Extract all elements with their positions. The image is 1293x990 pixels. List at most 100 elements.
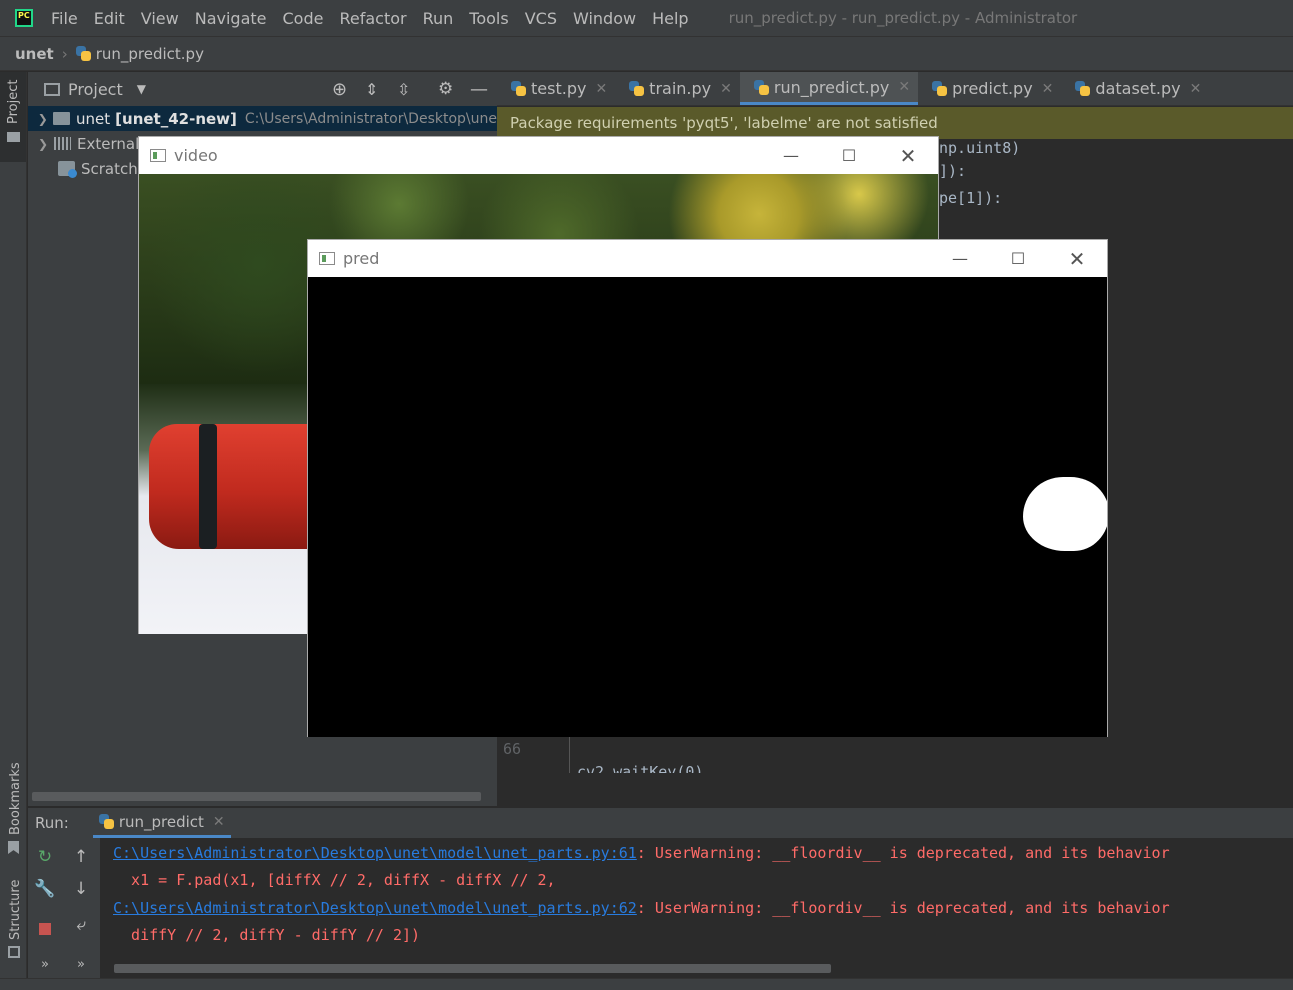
close-icon[interactable]: ✕ [1190, 81, 1202, 97]
menu-edit[interactable]: Edit [94, 9, 125, 28]
breadcrumb-root[interactable]: unet [15, 45, 54, 63]
menu-tools[interactable]: Tools [469, 9, 508, 28]
tab-label: dataset.py [1095, 79, 1181, 98]
expand-all-icon[interactable]: ⇕ [365, 80, 378, 99]
close-icon[interactable]: ✕ [213, 814, 225, 830]
code-fragment: np.uint8) [939, 139, 1021, 157]
down-arrow-icon[interactable]: ↓ [70, 878, 92, 900]
maximize-icon[interactable]: ☐ [820, 137, 878, 174]
editor-bottom [497, 773, 1293, 799]
close-icon[interactable]: ✕ [898, 79, 910, 95]
expand-arrow-icon[interactable]: ❯ [32, 137, 54, 151]
code-fragment: ]): [939, 162, 967, 180]
hide-icon[interactable]: — [470, 79, 488, 100]
package-requirements-banner[interactable]: Package requirements 'pyqt5', 'labelme' … [497, 107, 1293, 139]
python-file-icon [753, 79, 769, 95]
menu-help[interactable]: Help [652, 9, 688, 28]
close-icon[interactable]: ✕ [720, 81, 732, 97]
menu-bar: PC File Edit View Navigate Code Refactor… [0, 0, 1293, 36]
tab-test-py[interactable]: test.py ✕ [497, 72, 615, 105]
expand-arrow-icon[interactable]: ❯ [32, 112, 53, 126]
video-window-title: video [174, 146, 218, 165]
collapse-all-icon[interactable]: ⇳ [397, 80, 410, 99]
wrench-icon[interactable]: 🔧 [34, 878, 56, 900]
rerun-icon[interactable]: ↻ [34, 846, 56, 868]
menu-navigate[interactable]: Navigate [195, 9, 267, 28]
stop-icon[interactable] [34, 918, 56, 940]
python-file-icon [1075, 81, 1091, 96]
locate-icon[interactable]: ⊕ [332, 79, 347, 100]
close-icon[interactable]: ✕ [1042, 81, 1054, 97]
project-tool-label: Project [6, 79, 21, 124]
soft-wrap-icon[interactable]: ⤶ [70, 914, 92, 936]
structure-tool-label[interactable]: Structure [8, 880, 23, 940]
folder-icon [53, 112, 71, 125]
run-tab[interactable]: run_predict ✕ [92, 808, 231, 838]
more-icon[interactable]: » [34, 953, 56, 975]
dropdown-arrow-icon[interactable]: ▼ [137, 82, 146, 96]
tree-item-module: [unet_42-new] [115, 109, 237, 128]
tree-item-unet[interactable]: ❯ unet [unet_42-new] C:\Users\Administra… [28, 106, 497, 131]
more-icon[interactable]: » [70, 953, 92, 975]
project-tool-tab[interactable]: Project [0, 72, 26, 162]
error-file-link[interactable]: C:\Users\Administrator\Desktop\unet\mode… [113, 844, 637, 862]
close-icon[interactable]: ✕ [1048, 240, 1106, 277]
breadcrumb-file[interactable]: run_predict.py [96, 45, 204, 63]
pred-window[interactable]: pred — ☐ ✕ [307, 239, 1108, 737]
menu-window[interactable]: Window [573, 9, 636, 28]
console-horizontal-scrollbar[interactable] [114, 964, 831, 973]
tree-item-label: unet [76, 109, 111, 128]
pred-titlebar[interactable]: pred — ☐ ✕ [308, 240, 1107, 277]
menu-file[interactable]: File [51, 9, 78, 28]
video-titlebar[interactable]: video — ☐ ✕ [139, 137, 938, 174]
close-icon[interactable]: ✕ [879, 137, 937, 174]
breadcrumb: unet › run_predict.py [0, 36, 1293, 71]
project-horizontal-scrollbar[interactable] [32, 792, 481, 801]
tab-train-py[interactable]: train.py ✕ [615, 72, 740, 105]
maximize-icon[interactable]: ☐ [989, 240, 1047, 277]
tab-run-predict-py[interactable]: run_predict.py ✕ [739, 72, 919, 105]
menu-code[interactable]: Code [283, 9, 324, 28]
window-title: run_predict.py - run_predict.py - Admini… [728, 9, 1078, 27]
menu-view[interactable]: View [141, 9, 179, 28]
tab-label: predict.py [952, 79, 1033, 98]
up-arrow-icon[interactable]: ↑ [70, 846, 92, 868]
tab-predict-py[interactable]: predict.py ✕ [918, 72, 1061, 105]
console-line: C:\Users\Administrator\Desktop\unet\mode… [113, 899, 1170, 917]
run-tab-label: run_predict [118, 812, 204, 831]
code-fragment: pe[1]): [939, 189, 1003, 207]
black-band [199, 424, 217, 549]
pred-window-title: pred [343, 249, 380, 268]
project-view-icon [44, 82, 60, 96]
close-icon[interactable]: ✕ [595, 81, 607, 97]
menu-refactor[interactable]: Refactor [339, 9, 406, 28]
structure-icon [8, 946, 20, 958]
gear-icon[interactable]: ⚙ [438, 79, 453, 99]
minimize-icon[interactable]: — [931, 240, 989, 277]
menu-vcs[interactable]: VCS [525, 9, 557, 28]
menu-run[interactable]: Run [423, 9, 454, 28]
tab-label: run_predict.py [773, 77, 890, 97]
tab-dataset-py[interactable]: dataset.py ✕ [1061, 72, 1209, 105]
project-panel-header: Project ▼ ⊕ ⇕ ⇳ ⚙ — [28, 72, 497, 106]
error-file-link[interactable]: C:\Users\Administrator\Desktop\unet\mode… [113, 899, 637, 917]
folder-icon [7, 132, 20, 142]
scratch-icon [58, 161, 77, 178]
mask-blob [1023, 477, 1107, 551]
left-tool-strip: Project Bookmarks Structure [0, 72, 27, 978]
project-panel-title[interactable]: Project [68, 80, 123, 99]
tab-label: train.py [649, 79, 712, 98]
editor-tabs: test.py ✕ train.py ✕ run_predict.py ✕ predi… [497, 72, 1293, 106]
python-file-icon [629, 81, 645, 96]
partial-code-line: cv2.waitKey(0) [577, 765, 777, 773]
run-label: Run: [35, 814, 69, 832]
red-object [149, 424, 319, 549]
console-line: C:\Users\Administrator\Desktop\unet\mode… [113, 844, 1170, 862]
status-bar [0, 978, 1293, 990]
minimize-icon[interactable]: — [762, 137, 820, 174]
run-panel-header: Run: run_predict ✕ [28, 808, 1293, 838]
prediction-mask [308, 277, 1107, 737]
python-file-icon [932, 81, 948, 96]
tree-item-path: C:\Users\Administrator\Desktop\une [244, 110, 497, 127]
bookmarks-tool-label[interactable]: Bookmarks [8, 762, 23, 835]
